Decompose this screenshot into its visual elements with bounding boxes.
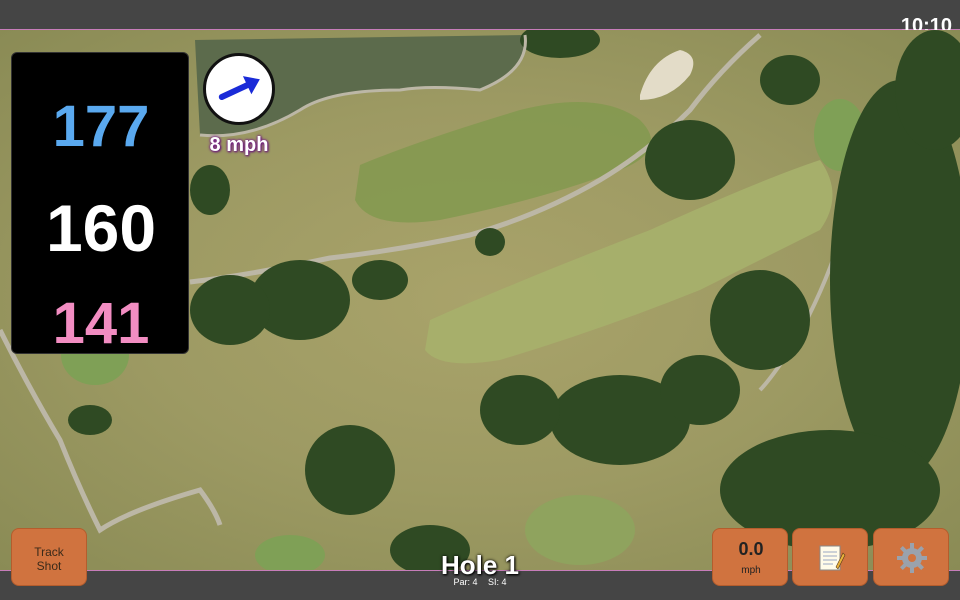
wind-indicator [203,53,275,125]
settings-button[interactable] [873,528,949,586]
status-bar: 10:10 [0,0,960,37]
arrow-up-right-icon [218,76,260,101]
speed-value: 0.0 [738,539,764,559]
notes-button[interactable] [792,528,868,586]
course-aerial-map[interactable]: 177 160 141 8 mph [0,30,960,570]
green-bottom-left [255,535,325,570]
gear-icon [897,543,927,573]
distance-front: 141 [52,291,150,356]
fairway-upper [355,102,652,223]
bunker [640,50,694,100]
hole-si: SI: 4 [488,577,507,587]
track-shot-label-line1: Track [34,545,64,559]
track-shot-button[interactable]: Track Shot [11,528,87,586]
notepad-icon [819,545,846,571]
distance-back: 177 [52,94,150,159]
distance-panel: 177 160 141 [11,52,189,356]
track-shot-label-line2: Shot [36,559,62,573]
golf-gps-screen: 10:10 177 160 141 8 mph Track Shot Hole … [0,0,960,600]
speed-unit: mph [741,565,761,576]
hole-info: Par: 4 SI: 4 [380,577,580,587]
distance-middle: 160 [45,191,157,265]
speed-button[interactable]: 0.0 mph [712,528,788,586]
wind-speed: 8 mph [209,134,269,156]
hole-par: Par: 4 [453,577,478,587]
